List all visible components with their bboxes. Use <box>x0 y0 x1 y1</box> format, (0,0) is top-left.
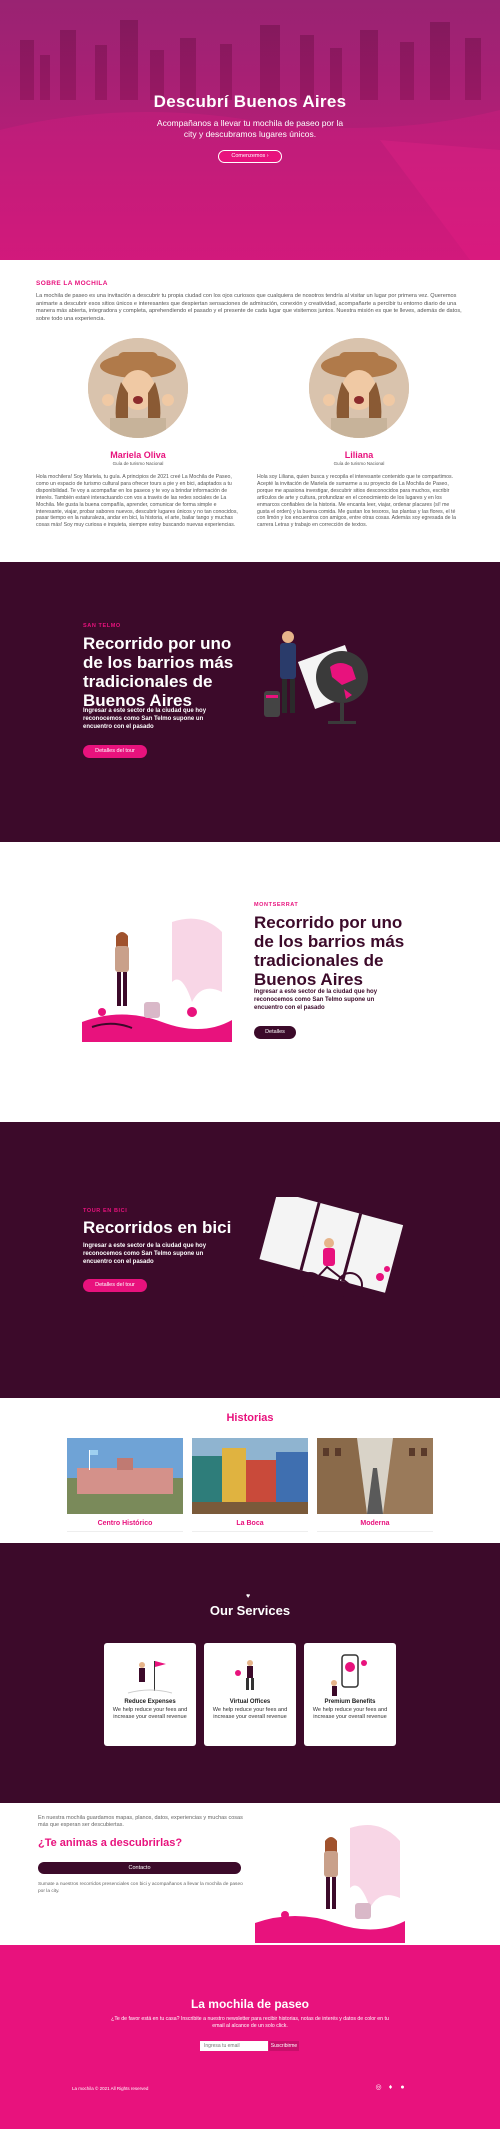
heart-icon: ♥ <box>246 1593 251 1600</box>
about-title: SOBRE LA MOCHILA <box>36 280 108 287</box>
cta-foot: Sumate a nuestros recorridos presenciale… <box>38 1882 243 1894</box>
person-name: Mariela Oliva <box>110 450 166 460</box>
historia-label: La Boca <box>236 1520 264 1527</box>
historia-card[interactable]: La Boca <box>192 1438 308 1532</box>
service-title: Virtual Offices <box>229 1699 271 1705</box>
service-card[interactable]: Premium Benefits We help reduce your fee… <box>304 1643 396 1746</box>
divider <box>317 1531 433 1532</box>
avatar-mariela <box>88 338 188 438</box>
feature-title: Recorrido por uno de los barrios más tra… <box>83 634 234 710</box>
cta-title: ¿Te animas a descubrirlas? <box>38 1837 183 1849</box>
details-button[interactable]: Detalles <box>254 1026 296 1039</box>
cta-section: En nuestra mochila guardamos mapas, plan… <box>0 1803 500 1945</box>
historia-card[interactable]: Centro Histórico <box>67 1438 183 1532</box>
copyright: La mochila © 2021 All Rights reserved <box>72 2086 149 2091</box>
feature-desc: Ingresar a este sector de la ciudad que … <box>254 989 378 1011</box>
feature-kicker: TOUR EN BICI <box>83 1208 128 1214</box>
person-role: Guía de turismo Nacional <box>333 461 385 466</box>
divider <box>67 1531 183 1532</box>
service-text: We help reduce your fees and increase yo… <box>312 1707 388 1720</box>
feature-kicker: SAN TELMO <box>83 623 121 629</box>
service-card[interactable]: Reduce Expenses We help reduce your fees… <box>104 1643 196 1746</box>
tour-details-button[interactable]: Detalles del tour <box>83 1279 147 1292</box>
woman-with-hat-icon <box>88 338 188 438</box>
feature-title: Recorrido por uno de los barrios más tra… <box>254 913 405 989</box>
services-title: Our Services <box>209 1603 291 1618</box>
divider <box>192 1531 308 1532</box>
start-button[interactable]: Comenzemos › <box>218 150 282 163</box>
person-bio: Hola soy Liliana, quien busca y recopila… <box>257 474 456 529</box>
service-title: Premium Benefits <box>324 1699 376 1705</box>
service-text: We help reduce your fees and increase yo… <box>212 1707 288 1720</box>
feature-kicker: MONTSERRAT <box>254 902 299 908</box>
person-role: Guía de turismo Nacional <box>112 461 164 466</box>
page: Descubrí Buenos Aires Acompañanos a llev… <box>0 0 500 2129</box>
hero-section: Descubrí Buenos Aires Acompañanos a llev… <box>0 0 500 260</box>
contact-button[interactable]: Contacto <box>38 1862 241 1874</box>
feature-title: Recorridos en bici <box>83 1218 232 1237</box>
phone-benefits-icon <box>331 1654 367 1696</box>
feature-bici: TOUR EN BICI Recorridos en bici Ingresar… <box>0 1122 500 1398</box>
woman-with-hat-icon <box>309 338 409 438</box>
historia-label: Moderna <box>360 1520 390 1527</box>
office-person-icon <box>235 1660 254 1690</box>
woman-walking-icon <box>82 918 232 1042</box>
tour-details-button[interactable]: Detalles del tour <box>83 745 147 758</box>
cta-text: En nuestra mochila guardamos mapas, plan… <box>38 1815 243 1828</box>
person-name: Liliana <box>344 450 374 460</box>
twitter-icon[interactable]: ♦ <box>386 2083 395 2092</box>
historias-section: Historias Centro Histórico La Boca Moder… <box>0 1398 500 1543</box>
feature-desc: Ingresar a este sector de la ciudad que … <box>83 1243 207 1265</box>
feature-montserrat: MONTSERRAT Recorrido por uno de los barr… <box>0 842 500 1122</box>
avatar-liliana <box>309 338 409 438</box>
footer: La mochila de paseo ¿Te de favor está en… <box>0 1945 500 2129</box>
newsletter-email-input[interactable] <box>200 2041 268 2051</box>
flag-person-icon <box>127 1661 173 1694</box>
services-section: ♥ Our Services Reduce Expenses We help r… <box>0 1543 500 1803</box>
historia-label: Centro Histórico <box>97 1520 153 1527</box>
hero-title: Descubrí Buenos Aires <box>153 92 347 111</box>
woman-walking-icon <box>255 1824 405 1943</box>
cyclist-icon <box>259 1197 404 1298</box>
footer-text: ¿Te de favor está en tu casa? Inscribite… <box>111 2016 389 2029</box>
about-text: La mochila de paseo es una invitación a … <box>36 293 462 322</box>
traveler-globe-icon <box>264 631 368 724</box>
casa-rosada-image <box>67 1438 183 1514</box>
service-card[interactable]: Virtual Offices We help reduce your fees… <box>204 1643 296 1746</box>
moderna-street-image <box>317 1438 433 1514</box>
historias-title: Historias <box>226 1412 274 1424</box>
subscribe-button[interactable]: Suscribirme <box>269 2041 299 2051</box>
historia-card[interactable]: Moderna <box>317 1438 433 1532</box>
hero-subtitle: Acompañanos a llevar tu mochila de paseo… <box>156 118 344 139</box>
la-boca-image <box>192 1438 308 1514</box>
person-bio: Hola mochilera! Soy Mariela, tu guía. A … <box>36 474 238 529</box>
facebook-icon[interactable]: ● <box>398 2083 407 2092</box>
service-title: Reduce Expenses <box>124 1699 176 1705</box>
about-section: SOBRE LA MOCHILA La mochila de paseo es … <box>0 260 500 562</box>
feature-desc: Ingresar a este sector de la ciudad que … <box>83 708 207 730</box>
footer-title: La mochila de paseo <box>190 1997 310 2011</box>
service-text: We help reduce your fees and increase yo… <box>112 1707 188 1720</box>
feature-san-telmo: SAN TELMO Recorrido por uno de los barri… <box>0 562 500 842</box>
instagram-icon[interactable]: ◎ <box>374 2083 383 2092</box>
